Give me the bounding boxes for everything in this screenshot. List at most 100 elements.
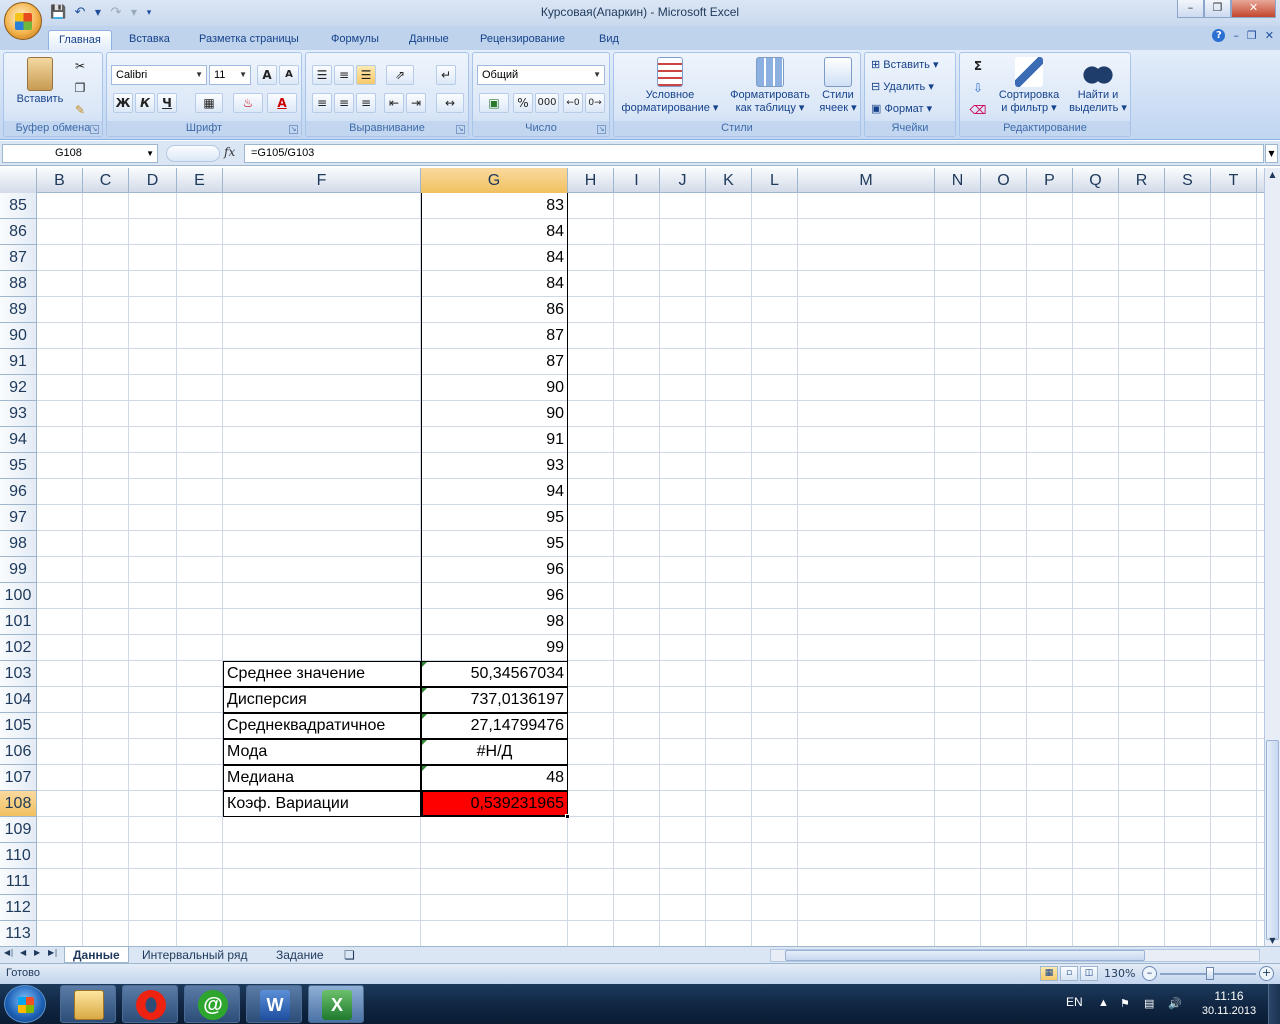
- cell-g-value[interactable]: 90: [421, 401, 568, 427]
- column-header-b[interactable]: B: [37, 168, 83, 193]
- stat-value[interactable]: 50,34567034: [421, 661, 568, 687]
- column-header-r[interactable]: R: [1119, 168, 1165, 193]
- stat-value[interactable]: 27,14799476: [421, 713, 568, 739]
- page-break-view-icon[interactable]: ◫: [1080, 966, 1098, 981]
- zoom-in-icon[interactable]: +: [1259, 966, 1274, 981]
- column-header-o[interactable]: O: [981, 168, 1027, 193]
- minimize-button[interactable]: –: [1177, 0, 1204, 18]
- row-header-109[interactable]: 109: [0, 817, 37, 843]
- row-header-103[interactable]: 103: [0, 661, 37, 687]
- cell-g-value[interactable]: 96: [421, 557, 568, 583]
- stat-label[interactable]: Медиана: [223, 765, 421, 791]
- number-format-dropdown[interactable]: Общий ▼: [477, 65, 605, 85]
- stat-value[interactable]: 737,0136197: [421, 687, 568, 713]
- prev-sheet-icon[interactable]: ◀: [20, 948, 32, 957]
- autosum-icon[interactable]: Σ: [964, 57, 992, 77]
- alignment-launcher-icon[interactable]: ↘: [456, 125, 465, 134]
- next-sheet-icon[interactable]: ▶: [34, 948, 46, 957]
- column-header-s[interactable]: S: [1165, 168, 1211, 193]
- cell-g-value[interactable]: 84: [421, 245, 568, 271]
- shrink-font-icon[interactable]: A: [279, 65, 299, 85]
- increase-indent-icon[interactable]: ⇥: [406, 93, 426, 113]
- cell-g-value[interactable]: 90: [421, 375, 568, 401]
- taskbar-excel[interactable]: X: [308, 985, 364, 1023]
- stat-value[interactable]: 48: [421, 765, 568, 791]
- number-launcher-icon[interactable]: ↘: [597, 125, 606, 134]
- row-header-86[interactable]: 86: [0, 219, 37, 245]
- row-header-107[interactable]: 107: [0, 765, 37, 791]
- align-top-icon[interactable]: ☰: [312, 65, 332, 85]
- page-layout-view-icon[interactable]: ▫: [1060, 966, 1078, 981]
- cell-g-value[interactable]: 94: [421, 479, 568, 505]
- row-header-110[interactable]: 110: [0, 843, 37, 869]
- tab-home[interactable]: Главная: [48, 30, 112, 50]
- column-header-g[interactable]: G: [421, 168, 568, 193]
- formula-input[interactable]: =G105/G103: [244, 144, 1264, 163]
- ribbon-minimize-icon[interactable]: –: [1233, 29, 1239, 42]
- row-header-94[interactable]: 94: [0, 427, 37, 453]
- stat-label[interactable]: Мода: [223, 739, 421, 765]
- network-icon[interactable]: ▤: [1144, 997, 1154, 1010]
- taskbar-opera[interactable]: [122, 985, 178, 1023]
- language-indicator[interactable]: EN: [1066, 995, 1083, 1009]
- row-header-90[interactable]: 90: [0, 323, 37, 349]
- sheet-tab-data[interactable]: Данные: [64, 947, 129, 963]
- grow-font-icon[interactable]: A: [257, 65, 277, 85]
- stat-label[interactable]: Дисперсия: [223, 687, 421, 713]
- row-header-108[interactable]: 108: [0, 791, 37, 817]
- close-button[interactable]: ✕: [1231, 0, 1276, 18]
- cell-g-value[interactable]: 99: [421, 635, 568, 661]
- scroll-up-icon[interactable]: ▲: [1266, 170, 1279, 179]
- formula-bar-resize-handle[interactable]: [166, 145, 220, 162]
- cell-g-value[interactable]: 98: [421, 609, 568, 635]
- insert-function-icon[interactable]: fx: [224, 145, 235, 159]
- clock[interactable]: 11:16 30.11.2013: [1196, 989, 1262, 1019]
- column-header-h[interactable]: H: [568, 168, 614, 193]
- column-header-i[interactable]: I: [614, 168, 660, 193]
- last-sheet-icon[interactable]: ▶∣: [48, 948, 60, 957]
- cell-g-value[interactable]: 87: [421, 323, 568, 349]
- stat-value[interactable]: #Н/Д: [421, 739, 568, 765]
- decrease-indent-icon[interactable]: ⇤: [384, 93, 404, 113]
- format-cells-button[interactable]: ▣ Формат ▾: [871, 103, 955, 116]
- column-header-e[interactable]: E: [177, 168, 223, 193]
- taskbar-word[interactable]: W: [246, 985, 302, 1023]
- row-header-111[interactable]: 111: [0, 869, 37, 895]
- ribbon-restore-icon[interactable]: ❐: [1247, 29, 1257, 42]
- column-header-j[interactable]: J: [660, 168, 706, 193]
- cut-icon[interactable]: ✂: [70, 57, 90, 77]
- row-header-92[interactable]: 92: [0, 375, 37, 401]
- delete-cells-button[interactable]: ⊟ Удалить ▾: [871, 81, 955, 94]
- orientation-icon[interactable]: ⇗: [386, 65, 414, 85]
- increase-decimal-icon[interactable]: ←0: [563, 93, 583, 113]
- row-header-89[interactable]: 89: [0, 297, 37, 323]
- row-header-112[interactable]: 112: [0, 895, 37, 921]
- align-left-icon[interactable]: ≡: [312, 93, 332, 113]
- cell-g-value[interactable]: 83: [421, 193, 568, 219]
- restore-button[interactable]: ❐: [1204, 0, 1231, 18]
- cell-g-value[interactable]: 96: [421, 583, 568, 609]
- sort-filter-button[interactable]: Сортировка и фильтр ▾: [994, 57, 1064, 115]
- column-header-q[interactable]: Q: [1073, 168, 1119, 193]
- name-box[interactable]: G108 ▼: [2, 144, 158, 163]
- tab-insert[interactable]: Вставка: [119, 30, 180, 50]
- cell-g-value[interactable]: 95: [421, 531, 568, 557]
- taskbar-mail-agent[interactable]: @: [184, 985, 240, 1023]
- sheet-tab-task[interactable]: Задание: [268, 947, 332, 963]
- font-size-dropdown[interactable]: 11 ▼: [209, 65, 251, 85]
- align-center-icon[interactable]: ≡: [334, 93, 354, 113]
- normal-view-icon[interactable]: ▦: [1040, 966, 1058, 981]
- row-header-99[interactable]: 99: [0, 557, 37, 583]
- row-header-95[interactable]: 95: [0, 453, 37, 479]
- zoom-out-icon[interactable]: –: [1142, 966, 1157, 981]
- row-header-102[interactable]: 102: [0, 635, 37, 661]
- row-header-97[interactable]: 97: [0, 505, 37, 531]
- column-header-k[interactable]: K: [706, 168, 752, 193]
- italic-button[interactable]: К: [135, 93, 155, 113]
- vertical-scrollbar[interactable]: ▲ ▼: [1264, 168, 1280, 946]
- percent-button[interactable]: %: [513, 93, 533, 113]
- tray-expand-icon[interactable]: ▲: [1098, 997, 1109, 1009]
- row-header-104[interactable]: 104: [0, 687, 37, 713]
- select-all-corner[interactable]: [0, 168, 37, 193]
- office-button[interactable]: [4, 2, 42, 40]
